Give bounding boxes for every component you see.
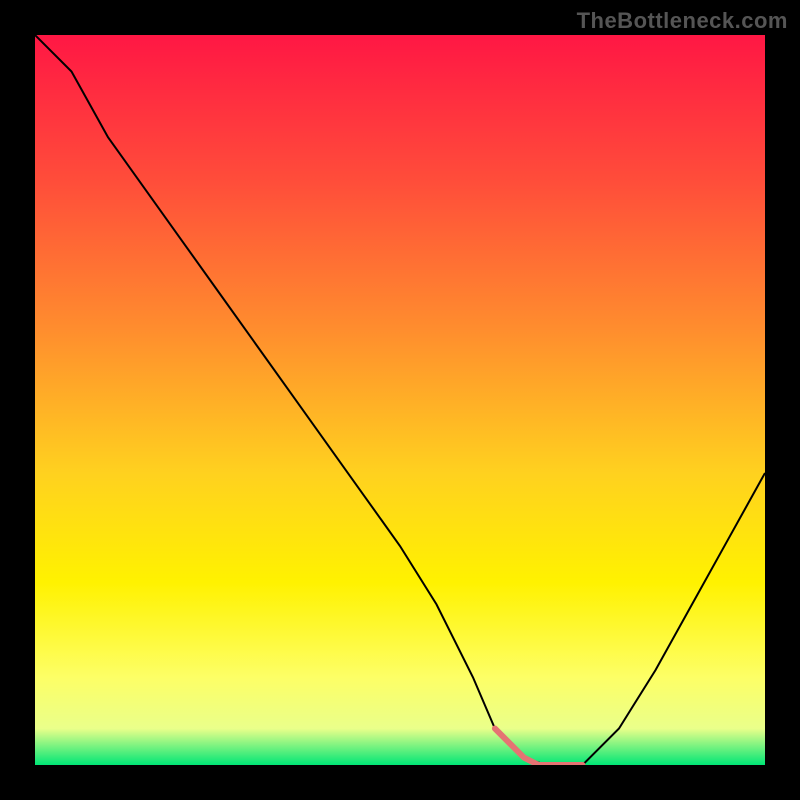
main-curve bbox=[35, 35, 765, 765]
curve-overlay bbox=[35, 35, 765, 765]
plot-area bbox=[35, 35, 765, 765]
watermark-text: TheBottleneck.com bbox=[577, 8, 788, 34]
chart-container: TheBottleneck.com bbox=[0, 0, 800, 800]
highlight-min-curve bbox=[495, 729, 583, 766]
